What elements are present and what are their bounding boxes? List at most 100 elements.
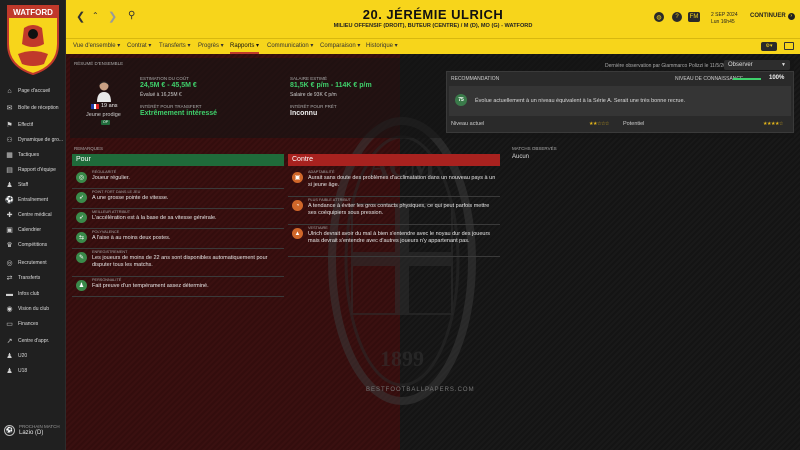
sidebar-item[interactable]: ⚑ Effectif	[0, 118, 66, 132]
dressing-room-icon: ▲	[292, 228, 303, 239]
u18-icon: ♟	[6, 368, 13, 375]
note-text: A l'aise à au moins deux postes.	[92, 235, 171, 241]
sidebar-item-label: Centre médical	[18, 212, 52, 218]
sidebar-item[interactable]: ▦ Tactiques	[0, 148, 66, 162]
chevron-down-icon: ▼	[781, 62, 786, 68]
divider	[72, 208, 284, 209]
globe-icon[interactable]: ◍	[654, 12, 664, 22]
divider	[72, 276, 284, 277]
tab[interactable]: Transferts ▾	[159, 42, 190, 49]
pro-item: ➶ MEILLEUR ATTRIBUT L'accélération est à l…	[72, 210, 284, 229]
divider	[288, 256, 500, 257]
next-match-label: PROCHAIN MATCH	[19, 424, 60, 429]
note-text: Ulrich devrait avoir du mal à bien s'ent…	[308, 231, 491, 244]
scouting-icon: ◎	[6, 260, 13, 267]
note-text: Aurait sans doute des problèmes d'acclim…	[308, 175, 496, 188]
continue-button[interactable]: CONTINUER ›	[750, 13, 795, 20]
sidebar-item[interactable]: ♟ U18	[0, 364, 66, 378]
squad-icon: ⚑	[6, 122, 13, 129]
note-category: ENREGISTREMENT	[92, 250, 128, 254]
current-level-stars: ★★☆☆☆	[589, 121, 609, 127]
sidebar-item[interactable]: ⇄ Transferts	[0, 271, 66, 285]
divider	[72, 228, 284, 229]
weakness-icon: ◔	[292, 200, 303, 211]
sidebar-item[interactable]: ◉ Vision du club	[0, 302, 66, 316]
tab[interactable]: Vue d'ensemble ▾	[73, 42, 120, 49]
sidebar-item[interactable]: ⚽ Entraînement	[0, 193, 66, 207]
cons-header: Contre	[288, 154, 500, 166]
recommendation-score: 75	[455, 94, 467, 106]
notes-panel: REMARQUES Pour Contre ◎ RÉGULARITÉ Joueur …	[70, 142, 502, 442]
club-vision-icon: ◉	[6, 306, 13, 313]
sidebar-item[interactable]: ↗ Centre d'appr.	[0, 334, 66, 348]
note-category: POLYVALENCE	[92, 230, 120, 234]
con-item: ▲ VESTIAIRE Ulrich devrait avoir du mal à …	[288, 226, 500, 257]
tools-icon[interactable]: ⚙▾	[761, 42, 777, 51]
player-avatar[interactable]	[96, 80, 112, 102]
development-centre-icon: ↗	[6, 338, 13, 345]
tab[interactable]: Contrat ▾	[127, 42, 151, 49]
knowledge-bar	[733, 78, 761, 80]
help-icon[interactable]: ?	[672, 12, 682, 22]
knowledge-value: 100%	[769, 75, 785, 81]
note-category: PLUS FAIBLE ATTRIBUT	[308, 198, 351, 202]
sidebar-item[interactable]: ⌂ Page d'accueil	[0, 84, 66, 98]
continue-label: CONTINUER	[750, 13, 786, 19]
tab[interactable]: Historique ▾	[366, 42, 398, 49]
team-report-icon: ▤	[6, 167, 13, 174]
sidebar-item-label: Recrutement	[18, 260, 47, 266]
note-category: MEILLEUR ATTRIBUT	[92, 210, 131, 214]
tab[interactable]: Comparaison ▾	[320, 42, 360, 49]
acceleration-icon: ➶	[76, 212, 87, 223]
next-match-icon: ⚽	[4, 424, 15, 436]
sidebar-item[interactable]: ✚ Centre médical	[0, 208, 66, 222]
notes-label: REMARQUES	[74, 146, 104, 151]
knowledge-fill	[733, 78, 761, 80]
medical-icon: ✚	[6, 212, 13, 219]
divider	[72, 248, 284, 249]
tab-bar: Vue d'ensemble ▾ Contrat ▾ Transferts ▾ Pro…	[66, 38, 800, 54]
pros-header: Pour	[72, 154, 284, 166]
tab[interactable]: Progrès ▾	[198, 42, 224, 49]
sidebar-item[interactable]: ♟ Staff	[0, 178, 66, 192]
consistency-icon: ◎	[76, 172, 87, 183]
sidebar-item[interactable]: ▤ Rapport d'équipe	[0, 163, 66, 177]
sidebar-item[interactable]: ⚇ Dynamique de gro...	[0, 133, 66, 147]
sidebar-item[interactable]: ♟ U20	[0, 349, 66, 363]
france-flag-icon	[91, 103, 100, 109]
sidebar-item-label: U20	[18, 353, 28, 359]
sidebar-item[interactable]: ♛ Compétitions	[0, 238, 66, 252]
club-info-icon: ▬	[6, 290, 13, 298]
sidebar-item[interactable]: ▣ Calendrier	[0, 223, 66, 237]
sidebar-item-label: Calendrier	[18, 227, 42, 233]
note-category: POINT FORT DANS LE JEU	[92, 190, 141, 194]
personality-icon: ♟	[76, 280, 87, 291]
recommendation-box: RECOMMANDATION NIVEAU DE CONNAISSANCE 10…	[446, 71, 794, 133]
monitor-icon[interactable]	[784, 42, 794, 50]
sidebar-item-label: Effectif	[18, 122, 34, 128]
note-text: Fait preuve d'un tempérament assez déter…	[92, 283, 209, 289]
fm-icon[interactable]: FM	[688, 12, 700, 22]
speed-icon: ➶	[76, 192, 87, 203]
potential-badge: OP	[101, 120, 110, 125]
note-text: A tendance à éviter les gros contacts ph…	[308, 203, 490, 216]
sidebar-item[interactable]: ◎ Recrutement	[0, 256, 66, 270]
versatility-icon: ⇆	[76, 232, 87, 243]
group-dynamics-icon: ⚇	[6, 137, 13, 144]
salary-label: SALAIRE ESTIMÉ	[290, 76, 328, 81]
sidebar-item[interactable]: ▭ Finances	[0, 317, 66, 331]
sidebar-item[interactable]: ✉ Boîte de réception	[0, 101, 66, 115]
tab[interactable]: Communication ▾	[267, 42, 313, 49]
overview-label: RÉSUMÉ D'ENSEMBLE	[74, 61, 124, 66]
next-match-value: Lazio (D)	[19, 430, 44, 436]
observe-dropdown[interactable]: Observer ▼	[724, 60, 790, 70]
club-logo[interactable]: WATFORD	[4, 4, 62, 76]
recommendation-label: RECOMMANDATION	[451, 76, 500, 82]
next-match[interactable]: ⚽ PROCHAIN MATCH Lazio (D)	[4, 424, 60, 436]
sidebar-item[interactable]: ▬ Infos club	[0, 287, 66, 301]
content-area: ACM 1899 BESTFOOTBALLPAPERS.COM RÉSUMÉ D…	[66, 54, 800, 450]
sidebar-item-label: Infos club	[18, 291, 40, 297]
player-positions: MILIEU OFFENSIF (DROIT), BUTEUR (CENTRE)…	[333, 23, 533, 29]
loan-interest-value: Inconnu	[290, 110, 318, 117]
tab[interactable]: Rapports ▾	[230, 42, 260, 54]
